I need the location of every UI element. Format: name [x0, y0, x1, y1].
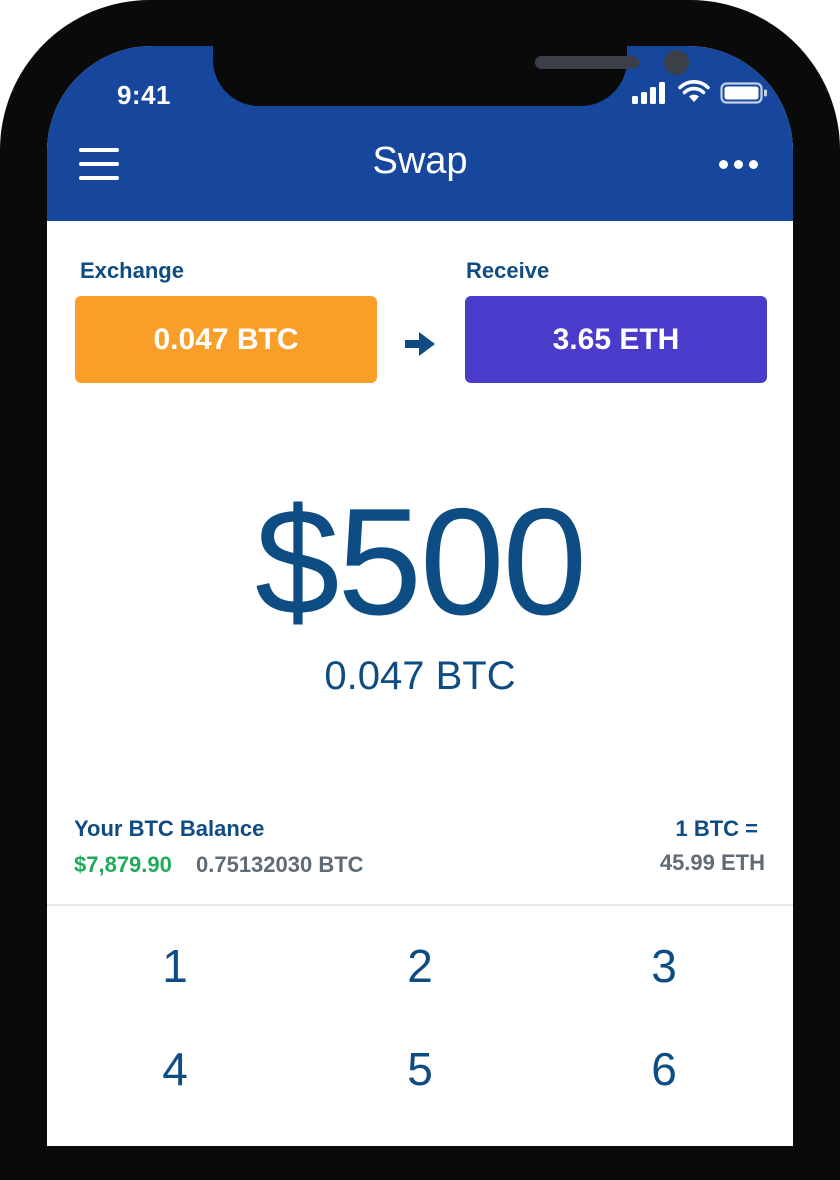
balance-title: Your BTC Balance [74, 816, 265, 841]
page-title: Swap [372, 140, 468, 182]
speaker-grille [535, 56, 639, 69]
keypad-key-4[interactable]: 4 [115, 1034, 235, 1104]
receive-label: Receive [466, 258, 550, 283]
exchange-currency-button[interactable]: 0.047 BTC [75, 296, 377, 383]
balance-btc: 0.75132030 BTC [196, 852, 364, 877]
keypad-key-3[interactable]: 3 [604, 931, 724, 1001]
exchange-label: Exchange [80, 258, 184, 283]
more-options-icon[interactable] [719, 160, 759, 172]
wifi-icon [678, 80, 710, 102]
keypad-key-1[interactable]: 1 [115, 931, 235, 1001]
keypad-key-5[interactable]: 5 [360, 1034, 480, 1104]
battery-icon [720, 82, 767, 104]
keypad-key-2[interactable]: 2 [360, 931, 480, 1001]
device-notch [213, 46, 689, 106]
keypad-divider [47, 904, 793, 906]
app-screen: 9:41 Swap Exchange 0.047 BTC Receive 3.6… [47, 46, 793, 1146]
cellular-signal-icon [632, 82, 665, 104]
front-camera [664, 50, 689, 75]
receive-currency-button[interactable]: 3.65 ETH [465, 296, 767, 383]
exchange-rate-quote: 45.99 ETH [659, 850, 765, 875]
status-time: 9:41 [116, 80, 172, 110]
phone-frame: 9:41 Swap Exchange 0.047 BTC Receive 3.6… [0, 0, 840, 1180]
exchange-rate-base: 1 BTC = [675, 816, 758, 841]
arrow-right-icon [405, 332, 435, 356]
fiat-amount: $500 [254, 477, 587, 647]
keypad-key-6[interactable]: 6 [604, 1034, 724, 1104]
balance-usd: $7,879.90 [74, 852, 172, 877]
crypto-amount: 0.047 BTC [324, 654, 516, 698]
